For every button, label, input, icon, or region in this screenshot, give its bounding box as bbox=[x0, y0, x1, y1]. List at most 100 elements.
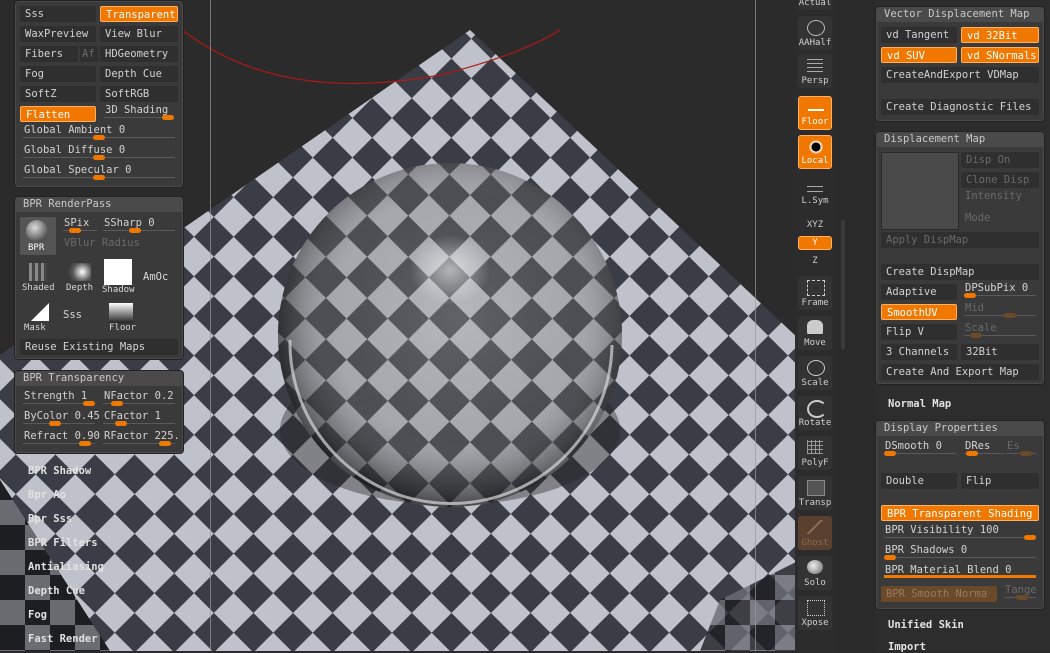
dpsubpix-slider[interactable]: DPSubPix 0 bbox=[960, 282, 1040, 298]
fibers-button[interactable]: Fibers bbox=[20, 46, 78, 62]
strength-slider[interactable]: Strength 1 bbox=[19, 390, 99, 406]
floor-thumb[interactable]: Floor bbox=[105, 301, 139, 335]
refract-slider[interactable]: Refract 0.90 bbox=[19, 430, 100, 446]
depth-cue-button[interactable]: Depth Cue bbox=[100, 66, 178, 82]
local-button[interactable]: Local bbox=[798, 135, 832, 169]
vd-32bit-button[interactable]: vd 32Bit bbox=[961, 27, 1039, 43]
import-menu[interactable]: Import bbox=[888, 641, 926, 653]
softrgb-button[interactable]: SoftRGB bbox=[100, 86, 178, 102]
global-diffuse-slider[interactable]: Global Diffuse 0 bbox=[19, 144, 179, 160]
adaptive-button[interactable]: Adaptive bbox=[881, 284, 957, 300]
bpr-smooth-normals-button[interactable]: BPR Smooth Norma bbox=[881, 586, 997, 602]
hdgeometry-button[interactable]: HDGeometry bbox=[100, 46, 178, 62]
scale-slider[interactable]: Scale bbox=[960, 322, 1040, 338]
bpr-shadows-slider[interactable]: BPR Shadows 0 bbox=[880, 544, 1040, 560]
unified-skin-menu[interactable]: Unified Skin bbox=[888, 619, 964, 631]
shadow-thumb[interactable]: Shadow bbox=[101, 257, 135, 295]
scrollbar[interactable] bbox=[841, 220, 845, 350]
xpose-button[interactable]: Xpose bbox=[798, 596, 832, 630]
solo-button[interactable]: Solo bbox=[798, 556, 832, 590]
global-specular-slider[interactable]: Global Specular 0 bbox=[19, 164, 179, 180]
dsmooth-slider[interactable]: DSmooth 0 bbox=[880, 440, 960, 456]
nfactor-slider[interactable]: NFactor 0.2 bbox=[99, 390, 179, 406]
polyf-button[interactable]: PolyF bbox=[798, 436, 832, 470]
z-axis-button[interactable]: Z bbox=[798, 254, 832, 270]
ghost-button[interactable]: Ghost bbox=[798, 516, 832, 550]
menu-fog[interactable]: Fog bbox=[28, 609, 47, 621]
actual-button[interactable]: Actual bbox=[798, 0, 832, 10]
double-button[interactable]: Double bbox=[881, 473, 957, 489]
displacement-thumbnail[interactable] bbox=[881, 152, 959, 230]
32bit-button[interactable]: 32Bit bbox=[961, 344, 1039, 360]
apply-dispmap-button[interactable]: Apply DispMap bbox=[881, 232, 1039, 248]
normal-map-menu[interactable]: Normal Map bbox=[888, 398, 951, 410]
tangent-slider[interactable]: Tange bbox=[1000, 584, 1040, 600]
menu-bpr-ao[interactable]: Bpr Ao bbox=[28, 489, 66, 501]
xyz-button[interactable]: XYZ bbox=[798, 214, 832, 232]
bpr-material-blend-slider[interactable]: BPR Material Blend 0 bbox=[880, 564, 1040, 580]
floor-button[interactable]: Floor bbox=[798, 96, 832, 130]
sss-thumb[interactable]: Sss bbox=[63, 309, 97, 325]
create-and-export-map-button[interactable]: Create And Export Map bbox=[881, 364, 1039, 380]
intensity-slider[interactable]: Intensity bbox=[960, 190, 1040, 206]
persp-button[interactable]: Persp bbox=[798, 54, 832, 88]
rotate-button[interactable]: Rotate bbox=[798, 396, 832, 430]
bpr-transparent-shading-button[interactable]: BPR Transparent Shading bbox=[881, 505, 1039, 521]
frame-button[interactable]: Frame bbox=[798, 276, 832, 310]
spix-slider[interactable]: SPix bbox=[59, 217, 101, 233]
disp-on-button[interactable]: Disp On bbox=[961, 152, 1039, 168]
menu-antialiasing[interactable]: Antialiasing bbox=[28, 561, 104, 573]
move-button[interactable]: Move bbox=[798, 316, 832, 350]
menu-bpr-sss[interactable]: Bpr Sss bbox=[28, 513, 72, 525]
frame-label: Frame bbox=[801, 298, 829, 308]
3-channels-button[interactable]: 3 Channels bbox=[881, 344, 957, 360]
softz-button[interactable]: SoftZ bbox=[20, 86, 96, 102]
create-dispmap-button[interactable]: Create DispMap bbox=[881, 264, 1039, 280]
dres-slider[interactable]: DRes bbox=[960, 440, 1008, 456]
transparent-button[interactable]: Transparent bbox=[100, 6, 178, 22]
vd-snormals-button[interactable]: vd SNormals bbox=[961, 47, 1039, 63]
transp-button[interactable]: Transp bbox=[798, 476, 832, 510]
vector-displacement-panel: Vector Displacement Map vd Tangent vd 32… bbox=[875, 6, 1045, 122]
smoothuv-button[interactable]: SmoothUV bbox=[881, 304, 957, 320]
menu-fast-render[interactable]: Fast Render bbox=[28, 633, 98, 645]
menu-depth-cue[interactable]: Depth Cue bbox=[28, 585, 85, 597]
bpr-button[interactable]: BPR bbox=[20, 217, 56, 255]
bpr-visibility-slider[interactable]: BPR Visibility 100 bbox=[880, 524, 1040, 540]
waxpreview-button[interactable]: WaxPreview bbox=[20, 26, 96, 42]
amoc-thumb[interactable]: AmOc bbox=[143, 271, 179, 287]
depth-thumb[interactable]: Depth bbox=[63, 261, 97, 295]
mode-slider[interactable]: Mode bbox=[960, 212, 1040, 228]
flip-v-button[interactable]: Flip V bbox=[881, 324, 957, 340]
clone-disp-button[interactable]: Clone Disp bbox=[961, 172, 1039, 188]
3d-shading-slider[interactable]: 3D Shading bbox=[100, 104, 178, 120]
cfactor-slider[interactable]: CFactor 1 bbox=[99, 410, 179, 426]
flatten-button[interactable]: Flatten bbox=[20, 106, 96, 122]
af-button[interactable]: Af bbox=[80, 46, 98, 62]
es-slider[interactable]: Es bbox=[1002, 440, 1040, 456]
vd-tangent-button[interactable]: vd Tangent bbox=[881, 27, 957, 43]
mask-thumb[interactable]: Mask bbox=[21, 301, 55, 335]
create-diagnostic-files-button[interactable]: Create Diagnostic Files bbox=[881, 99, 1039, 115]
shaded-thumb[interactable]: Shaded bbox=[21, 261, 55, 295]
aahalf-button[interactable]: AAHalf bbox=[798, 16, 832, 50]
scale-button[interactable]: Scale bbox=[798, 356, 832, 390]
vblur-radius-slider[interactable]: VBlur Radius bbox=[59, 237, 179, 253]
global-ambient-slider[interactable]: Global Ambient 0 bbox=[19, 124, 179, 140]
create-export-vdmap-button[interactable]: CreateAndExport VDMap bbox=[881, 67, 1039, 83]
menu-bpr-shadow[interactable]: BPR Shadow bbox=[28, 465, 91, 477]
3d-viewport[interactable]: Sss Transparent WaxPreview View Blur Fib… bbox=[0, 0, 795, 651]
y-axis-button[interactable]: Y bbox=[798, 236, 832, 250]
flip-button[interactable]: Flip bbox=[961, 473, 1039, 489]
menu-bpr-filters[interactable]: BPR Filters bbox=[28, 537, 98, 549]
mid-slider[interactable]: Mid bbox=[960, 302, 1040, 318]
bycolor-slider[interactable]: ByColor 0.45 bbox=[19, 410, 100, 426]
sss-button[interactable]: Sss bbox=[20, 6, 96, 22]
reuse-existing-maps-button[interactable]: Reuse Existing Maps bbox=[20, 339, 178, 355]
ssharp-slider[interactable]: SSharp 0 bbox=[99, 217, 179, 233]
fog-button[interactable]: Fog bbox=[20, 66, 96, 82]
rfactor-slider[interactable]: RFactor 225. bbox=[99, 430, 180, 446]
vd-suv-button[interactable]: vd SUV bbox=[881, 47, 957, 63]
view-blur-button[interactable]: View Blur bbox=[100, 26, 178, 42]
lsym-button[interactable]: L.Sym bbox=[798, 180, 832, 208]
